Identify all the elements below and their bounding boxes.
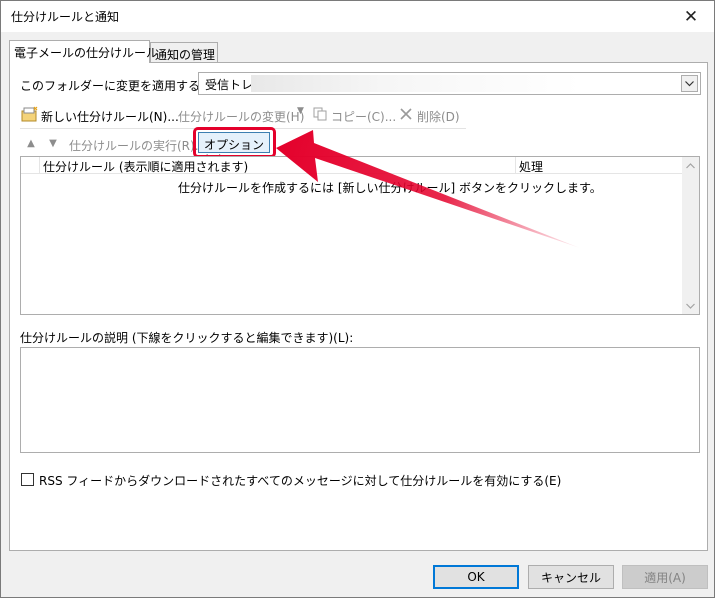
tab-manage-alerts[interactable]: 通知の管理 bbox=[150, 42, 218, 63]
window-title: 仕分けルールと通知 bbox=[11, 10, 120, 24]
column-divider bbox=[515, 157, 516, 174]
copy-icon bbox=[313, 107, 327, 121]
column-header-rule[interactable]: 仕分けルール (表示順に適用されます) bbox=[43, 158, 248, 175]
ok-button[interactable]: OK bbox=[433, 565, 519, 589]
column-divider bbox=[39, 157, 40, 174]
dropdown-arrow-icon: ▼ bbox=[297, 106, 304, 116]
cancel-button[interactable]: キャンセル bbox=[528, 565, 614, 589]
new-rule-button[interactable]: 新しい仕分けルール(N)... bbox=[41, 108, 179, 125]
title-bar: 仕分けルールと通知 ✕ bbox=[1, 1, 714, 32]
scroll-down-icon[interactable] bbox=[682, 297, 699, 314]
rss-rules-label[interactable]: RSS フィードからダウンロードされたすべてのメッセージに対して仕分けルールを有… bbox=[39, 472, 561, 489]
apply-button[interactable]: 適用(A) bbox=[622, 565, 708, 589]
vertical-scrollbar[interactable] bbox=[682, 157, 699, 314]
copy-button[interactable]: コピー(C)... bbox=[331, 108, 396, 125]
rules-list[interactable]: 仕分けルール (表示順に適用されます) 処理 仕分けルールを作成するには [新し… bbox=[20, 156, 700, 315]
chevron-down-icon[interactable] bbox=[681, 75, 698, 92]
rules-and-alerts-dialog: 仕分けルールと通知 ✕ 電子メールの仕分けルール 通知の管理 このフォルダーに変… bbox=[0, 0, 715, 598]
delete-button[interactable]: 削除(D) bbox=[417, 108, 460, 125]
close-icon[interactable]: ✕ bbox=[668, 1, 714, 32]
annotation-highlight-box bbox=[193, 127, 276, 158]
tab-email-rules[interactable]: 電子メールの仕分けルール bbox=[9, 40, 158, 63]
move-down-icon[interactable]: ▼ bbox=[47, 137, 59, 149]
description-label: 仕分けルールの説明 (下線をクリックすると編集できます)(L): bbox=[20, 331, 354, 345]
delete-icon bbox=[399, 107, 413, 121]
scroll-up-icon[interactable] bbox=[682, 157, 699, 174]
empty-list-message: 仕分けルールを作成するには [新しい仕分けルール] ボタンをクリックします。 bbox=[178, 181, 602, 195]
redacted-area bbox=[251, 75, 581, 92]
column-header-action[interactable]: 処理 bbox=[519, 158, 543, 175]
rule-description-box[interactable] bbox=[20, 347, 700, 453]
folder-label: このフォルダーに変更を適用する(F): bbox=[20, 79, 221, 93]
new-rule-icon bbox=[21, 106, 39, 122]
list-header: 仕分けルール (表示順に適用されます) 処理 bbox=[21, 157, 683, 174]
rss-rules-checkbox[interactable] bbox=[21, 473, 34, 486]
folder-select[interactable]: 受信トレイ bbox=[198, 72, 701, 95]
change-rule-button[interactable]: 仕分けルールの変更(H) bbox=[178, 108, 304, 125]
move-up-icon[interactable]: ▲ bbox=[25, 137, 37, 149]
run-rules-button[interactable]: 仕分けルールの実行(R)... bbox=[69, 137, 206, 154]
